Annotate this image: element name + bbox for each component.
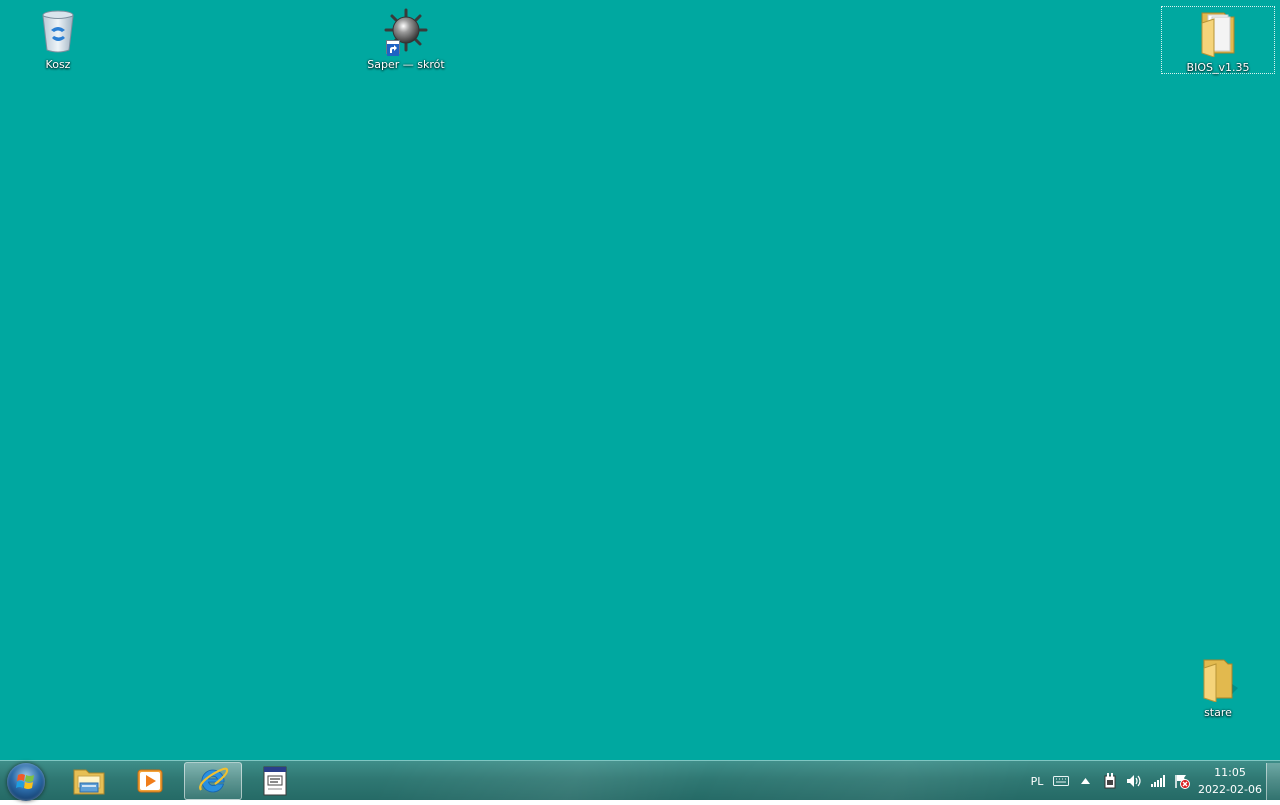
power-icon[interactable]: [1098, 761, 1122, 801]
internet-explorer-icon: [199, 767, 229, 793]
clock[interactable]: 11:05 2022-02-06: [1194, 761, 1266, 801]
desktop-icon-label: Kosz: [45, 58, 71, 71]
show-hidden-icons-arrow[interactable]: [1072, 761, 1098, 801]
taskbar-internet-explorer-button[interactable]: [184, 762, 242, 800]
minesweeper-icon: [382, 6, 430, 56]
volume-icon[interactable]: [1122, 761, 1146, 801]
desktop-icon-label: stare: [1204, 706, 1232, 719]
folder-icon: [1194, 9, 1242, 58]
desktop-icon-label: Saper — skrót: [367, 58, 445, 71]
action-center-flag-icon[interactable]: [1170, 761, 1194, 801]
desktop-icon-label: BIOS_v1.35: [1186, 61, 1250, 74]
recycle-bin-icon: [34, 6, 82, 54]
start-button[interactable]: [7, 763, 45, 801]
keyboard-icon[interactable]: [1050, 761, 1072, 801]
network-signal-icon[interactable]: [1146, 761, 1170, 801]
folder-icon: [1194, 654, 1242, 703]
desktop[interactable]: Kosz Saper — skrót BIOS_v1.35 stare: [0, 0, 1280, 760]
show-desktop-button[interactable]: [1266, 763, 1280, 801]
taskbar-explorer-button[interactable]: [60, 762, 118, 800]
clock-date: 2022-02-06: [1198, 783, 1262, 796]
taskbar: PL 11:05 2022-02-06: [0, 760, 1280, 801]
notepad-document-icon: [263, 766, 287, 796]
desktop-icon-stare-folder[interactable]: stare: [1180, 652, 1256, 722]
clock-time: 11:05: [1214, 766, 1246, 779]
language-indicator[interactable]: PL: [1024, 761, 1050, 801]
windows-logo-icon: [16, 774, 34, 789]
shortcut-arrow-icon: [386, 40, 400, 56]
desktop-icon-minesweeper-shortcut[interactable]: Saper — skrót: [367, 4, 445, 74]
taskbar-notepad-button[interactable]: [246, 762, 304, 800]
system-tray: PL 11:05 2022-02-06: [1024, 761, 1280, 801]
desktop-icon-bios-folder[interactable]: BIOS_v1.35: [1161, 6, 1275, 74]
desktop-icon-recycle-bin[interactable]: Kosz: [20, 4, 96, 74]
media-player-icon: [137, 769, 163, 793]
windows-explorer-icon: [73, 769, 105, 795]
taskbar-media-player-button[interactable]: [121, 762, 179, 800]
